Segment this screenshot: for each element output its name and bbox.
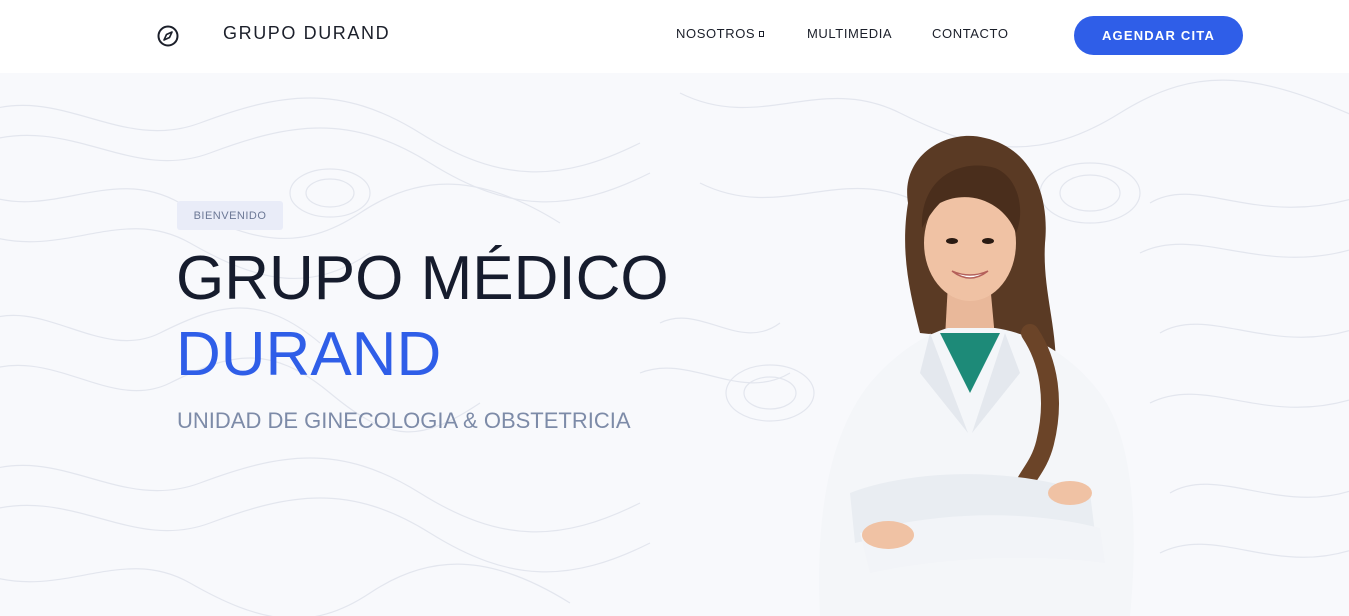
compass-icon[interactable]	[157, 25, 179, 47]
dropdown-icon[interactable]	[759, 31, 764, 37]
welcome-badge: BIENVENIDO	[177, 201, 283, 230]
nav-nosotros[interactable]: NOSOTROS	[676, 26, 755, 41]
brand-name[interactable]: GRUPO DURAND	[223, 23, 390, 44]
nav-multimedia[interactable]: MULTIMEDIA	[807, 26, 892, 41]
hero-title-line2: DURAND	[176, 320, 442, 389]
hero-section: BIENVENIDO GRUPO MÉDICO DURAND UNIDAD DE…	[0, 73, 1349, 616]
site-header: GRUPO DURAND NOSOTROS MULTIMEDIA CONTACT…	[0, 0, 1349, 73]
hero-subtitle: UNIDAD DE GINECOLOGIA & OBSTETRICIA	[177, 408, 631, 433]
hero-title-line1: GRUPO MÉDICO	[176, 244, 669, 313]
doctor-photo	[819, 135, 1134, 616]
agendar-cita-button[interactable]: AGENDAR CITA	[1074, 16, 1243, 55]
nav-contacto[interactable]: CONTACTO	[932, 26, 1009, 41]
